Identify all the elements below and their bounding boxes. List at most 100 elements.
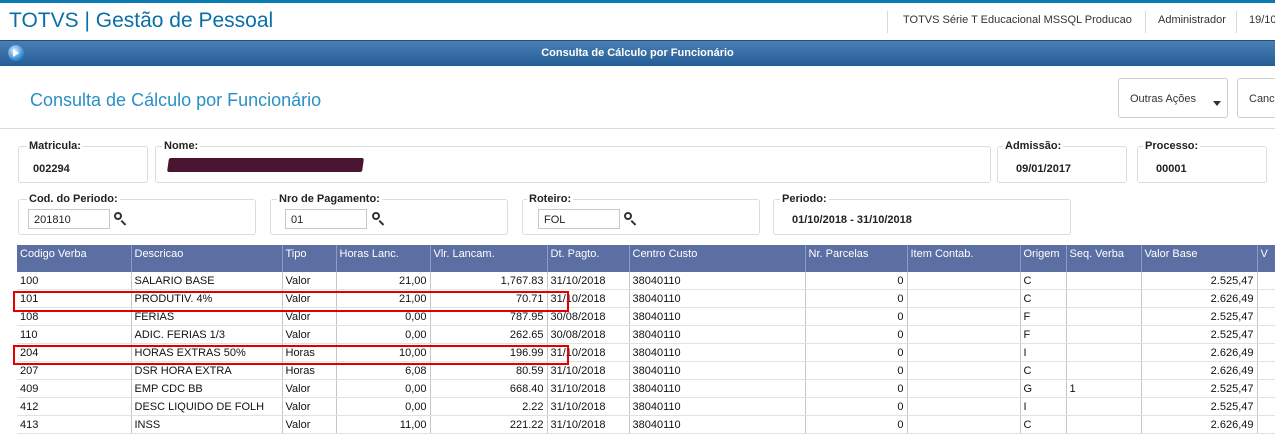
verbas-table: Codigo Verba Descricao Tipo Horas Lanc. Vlr.… [17,245,1275,434]
table-cell [907,289,1021,308]
nome-label: Nome: [162,140,201,152]
main-panel: Consulta de Cálculo por Funcionário Outr… [0,66,1275,434]
admissao-label: Admissão: [1003,140,1064,152]
table-cell: 0 [805,307,908,326]
table-cell [907,272,1021,290]
roteiro-input[interactable]: FOL [538,209,620,229]
processo-value: 00001 [1156,163,1187,175]
user-menu[interactable]: Administrador [1158,14,1226,26]
table-cell: 100 [17,272,132,290]
redacted-name [167,158,364,172]
column-header[interactable]: Dt. Pagto. [547,245,630,272]
table-cell: 0,00 [336,379,431,398]
table-cell [907,397,1021,416]
search-icon[interactable] [114,212,128,226]
table-cell: SALARIO BASE [131,272,283,290]
table-cell: 31/10/2018 [547,272,630,290]
table-cell: Valor [282,397,337,416]
cod-periodo-input[interactable]: 201810 [28,209,110,229]
table-cell: Valor [282,325,337,344]
table-cell: 0 [805,343,908,362]
table-cell: Valor [282,415,337,434]
table-cell: C [1020,415,1067,434]
table-row[interactable]: 409 EMP CDC BB Valor 0,00 668.40 31/10/2018 38… [17,379,1275,398]
table-row[interactable]: 413 INSS Valor 11,00 221.22 31/10/2018 3804011… [17,415,1275,434]
table-cell [907,415,1021,434]
table-cell: 262.65 [430,325,548,344]
column-header[interactable]: Horas Lanc. [336,245,431,272]
table-cell [1066,325,1142,344]
table-cell: 2.626,49 [1141,343,1258,362]
table-cell [1066,343,1142,362]
search-icon[interactable] [372,212,386,226]
table-cell: 38040110 [629,361,806,380]
table-cell [1066,272,1142,290]
table-cell: 2.626,49 [1141,415,1258,434]
table-cell: 31/10/2018 [547,379,630,398]
table-cell: G [1020,379,1067,398]
table-cell: 21,00 [336,272,431,290]
table-row[interactable]: 110 ADIC. FERIAS 1/3 Valor 0,00 262.65 30/08/… [17,325,1275,344]
roteiro-label: Roteiro: [527,193,574,205]
column-header[interactable]: Valor Base [1141,245,1258,272]
window-titlebar: Consulta de Cálculo por Funcionário [0,40,1275,66]
search-icon[interactable] [624,212,638,226]
table-cell [1066,361,1142,380]
processo-label: Processo: [1143,140,1201,152]
column-header[interactable]: Centro Custo [629,245,806,272]
table-cell [1257,272,1275,290]
environment-label: TOTVS Série T Educacional MSSQL Producao [903,14,1132,26]
table-cell: ADIC. FERIAS 1/3 [131,325,283,344]
nro-pagamento-label: Nro de Pagamento: [277,193,382,205]
table-cell: 0 [805,289,908,308]
table-cell: C [1020,289,1067,308]
column-header[interactable]: Tipo [282,245,337,272]
column-header[interactable]: Nr. Parcelas [805,245,908,272]
page-title: Consulta de Cálculo por Funcionário [30,90,322,110]
table-cell [1257,397,1275,416]
table-cell: 38040110 [629,307,806,326]
chevron-down-icon [1213,101,1221,106]
table-cell [907,361,1021,380]
table-cell: 668.40 [430,379,548,398]
table-cell [1257,415,1275,434]
table-cell [1066,289,1142,308]
table-row[interactable]: 100 SALARIO BASE Valor 21,00 1,767.83 31/10/2… [17,272,1275,290]
table-cell: 30/08/2018 [547,325,630,344]
table-cell: EMP CDC BB [131,379,283,398]
table-cell [907,325,1021,344]
column-header[interactable]: Seq. Verba [1066,245,1142,272]
table-cell [1257,307,1275,326]
table-cell: 11,00 [336,415,431,434]
table-cell [907,343,1021,362]
nro-pagamento-input[interactable]: 01 [285,209,367,229]
table-cell [1257,361,1275,380]
date-label: 19/10 [1249,14,1275,26]
table-cell: 221.22 [430,415,548,434]
table-cell: 31/10/2018 [547,415,630,434]
column-header[interactable]: Codigo Verba [17,245,132,272]
column-header[interactable]: V [1257,245,1275,272]
column-header[interactable]: Descricao [131,245,283,272]
table-cell [1066,397,1142,416]
highlight-box [13,291,569,312]
cancel-button[interactable]: Canc [1237,78,1275,118]
table-cell: 0 [805,272,908,290]
column-header[interactable]: Item Contab. [907,245,1021,272]
table-cell: 1,767.83 [430,272,548,290]
column-header[interactable]: Origem [1020,245,1067,272]
table-cell: 0,00 [336,397,431,416]
table-cell: 0 [805,379,908,398]
highlight-box [13,345,569,365]
table-cell: 2.525,47 [1141,307,1258,326]
table-cell: Valor [282,379,337,398]
periodo-value: 01/10/2018 - 31/10/2018 [792,214,912,226]
app-header: TOTVS | Gestão de Pessoal TOTVS Série T … [0,0,1275,40]
table-row[interactable]: 412 DESC LIQUIDO DE FOLH Valor 0,00 2.22 31/1… [17,397,1275,416]
table-cell: 0 [805,361,908,380]
table-cell: 412 [17,397,132,416]
header-divider [1145,11,1146,33]
table-cell [1257,379,1275,398]
other-actions-button[interactable]: Outras Ações [1118,78,1228,118]
column-header[interactable]: Vlr. Lancam. [430,245,548,272]
